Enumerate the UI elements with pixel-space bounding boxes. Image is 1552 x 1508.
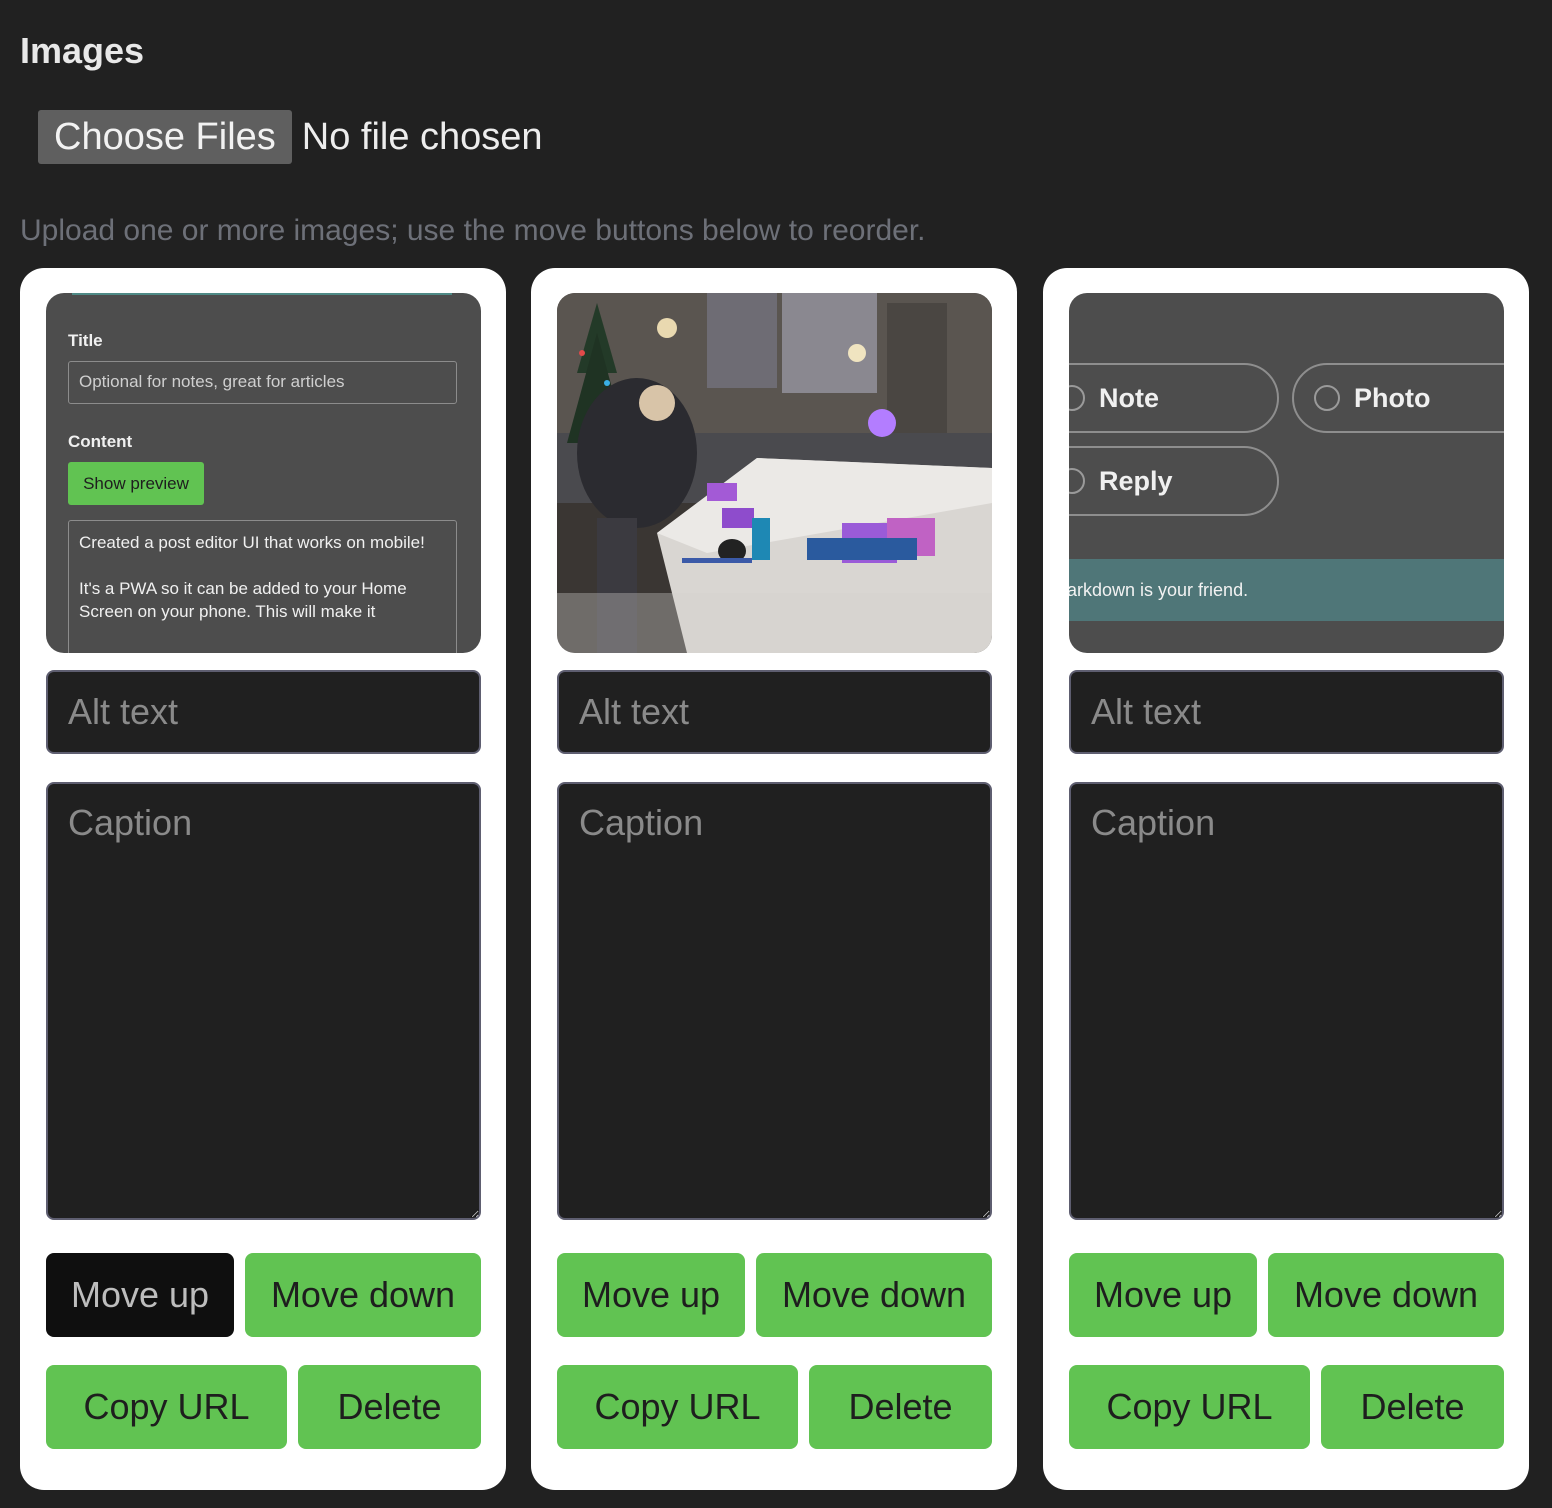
- thumb-title-label: Title: [68, 331, 103, 350]
- alt-text-input[interactable]: [1069, 670, 1504, 754]
- move-up-button[interactable]: Move up: [1069, 1253, 1257, 1337]
- image-thumbnail: Title Optional for notes, great for arti…: [46, 293, 481, 653]
- thumb-option-label: Photo: [1354, 382, 1431, 413]
- thumb-content-field: Created a post editor UI that works on m…: [68, 520, 457, 653]
- move-down-button[interactable]: Move down: [756, 1253, 992, 1337]
- image-thumbnail: Note Photo Reply arkdown is your friend.: [1069, 293, 1504, 653]
- thumb-option-reply: Reply: [1069, 446, 1279, 516]
- choose-files-button[interactable]: Choose Files: [38, 110, 292, 164]
- thumb-option-label: Reply: [1099, 465, 1173, 496]
- radio-icon: [1069, 385, 1085, 411]
- image-card: Note Photo Reply arkdown is your friend.…: [1043, 268, 1529, 1490]
- delete-button[interactable]: Delete: [1321, 1365, 1504, 1449]
- caption-textarea[interactable]: [46, 782, 481, 1220]
- thumb-option-label: Note: [1099, 382, 1159, 413]
- radio-icon: [1314, 385, 1340, 411]
- move-down-button[interactable]: Move down: [245, 1253, 481, 1337]
- alt-text-input[interactable]: [557, 670, 992, 754]
- move-up-button[interactable]: Move up: [46, 1253, 234, 1337]
- move-up-button[interactable]: Move up: [557, 1253, 745, 1337]
- thumb-preview-button: Show preview: [68, 462, 204, 505]
- alt-text-input[interactable]: [46, 670, 481, 754]
- photo-image: [557, 293, 992, 653]
- divider: [72, 293, 452, 295]
- upload-hint: Upload one or more images; use the move …: [20, 214, 926, 247]
- delete-button[interactable]: Delete: [298, 1365, 481, 1449]
- image-card: Move up Move down Copy URL Delete: [531, 268, 1017, 1490]
- thumb-banner-text: arkdown is your friend.: [1069, 579, 1249, 600]
- thumb-content-label: Content: [68, 432, 133, 451]
- radio-icon: [1069, 468, 1085, 494]
- thumb-content-text: It's a PWA so it can be added to your Ho…: [79, 579, 407, 621]
- caption-textarea[interactable]: [557, 782, 992, 1220]
- thumb-option-note: Note: [1069, 363, 1279, 433]
- image-card: Title Optional for notes, great for arti…: [20, 268, 506, 1490]
- thumb-title-field: Optional for notes, great for articles: [68, 361, 457, 404]
- copy-url-button[interactable]: Copy URL: [46, 1365, 287, 1449]
- copy-url-button[interactable]: Copy URL: [1069, 1365, 1310, 1449]
- caption-textarea[interactable]: [1069, 782, 1504, 1220]
- file-status: No file chosen: [301, 115, 543, 158]
- thumb-content-text: Created a post editor UI that works on m…: [79, 533, 425, 552]
- section-heading: Images: [20, 30, 145, 71]
- thumb-banner: arkdown is your friend.: [1069, 559, 1504, 621]
- image-thumbnail: [557, 293, 992, 653]
- thumb-option-photo: Photo: [1292, 363, 1504, 433]
- delete-button[interactable]: Delete: [809, 1365, 992, 1449]
- file-input[interactable]: Choose Files No file chosen: [38, 110, 543, 164]
- copy-url-button[interactable]: Copy URL: [557, 1365, 798, 1449]
- move-down-button[interactable]: Move down: [1268, 1253, 1504, 1337]
